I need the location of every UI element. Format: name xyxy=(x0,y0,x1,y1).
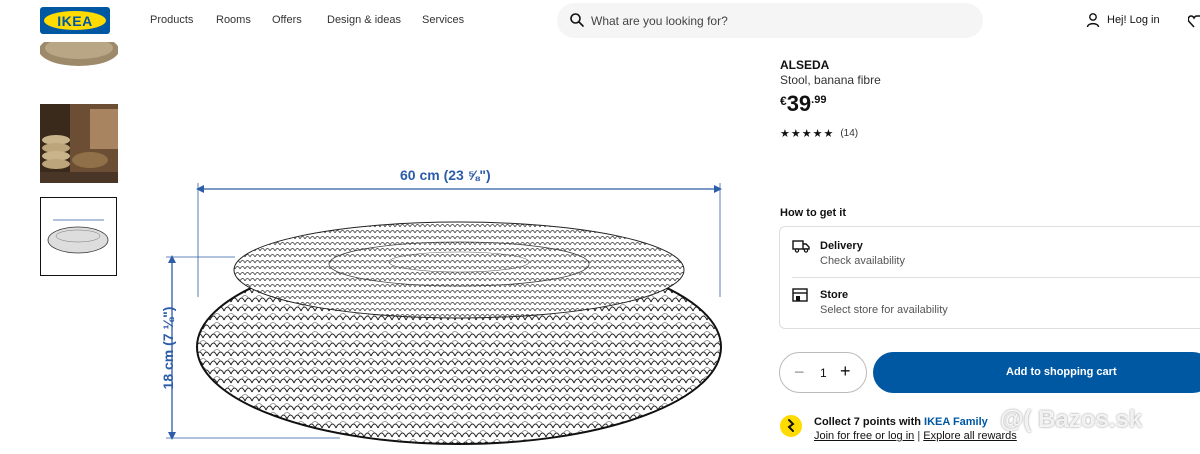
increase-quantity-button[interactable]: + xyxy=(840,361,851,382)
product-dimension-image xyxy=(166,183,722,445)
rating-summary[interactable]: ★★★★★ (14) xyxy=(780,127,858,140)
width-dimension-label: 60 cm (23 ⅝") xyxy=(400,167,491,183)
divider xyxy=(792,277,1200,278)
height-dimension-label: 18 cm (7 ⅛") xyxy=(160,306,176,390)
search-input[interactable]: What are you looking for? xyxy=(557,3,983,38)
store-option[interactable]: Store xyxy=(820,289,848,301)
thumbnail-dimension-image xyxy=(47,219,109,254)
review-count: (14) xyxy=(840,128,859,139)
thumbnail-room-image xyxy=(40,104,118,183)
product-name: ALSEDA xyxy=(780,58,830,72)
ikea-family-link[interactable]: IKEA Family xyxy=(924,416,988,428)
add-to-cart-button[interactable]: Add to shopping cart xyxy=(873,352,1200,393)
search-placeholder: What are you looking for? xyxy=(591,14,728,28)
family-points-prefix: Collect 7 points with xyxy=(814,416,925,428)
nav-offers[interactable]: Offers xyxy=(272,14,302,26)
add-to-cart-label: Add to shopping cart xyxy=(1006,366,1117,378)
product-description: Stool, banana fibre xyxy=(780,73,881,87)
decrease-quantity-button[interactable]: − xyxy=(794,362,805,383)
thumbnail-stool-top-image xyxy=(40,42,118,66)
user-icon xyxy=(1086,13,1100,28)
delivery-availability: Check availability xyxy=(820,255,905,267)
ikea-logo[interactable]: IKEA xyxy=(40,7,110,34)
heart-icon[interactable] xyxy=(1188,13,1200,29)
join-or-login-link[interactable]: Join for free or log in xyxy=(814,430,914,442)
bazos-watermark: @( Bazos.sk xyxy=(1000,406,1143,433)
quantity-value[interactable]: 1 xyxy=(820,366,827,380)
family-glyph-icon xyxy=(787,419,795,432)
product-price: €39.99 xyxy=(780,91,826,117)
price-decimal: .99 xyxy=(811,94,827,106)
thumbnail-2[interactable] xyxy=(40,104,118,183)
store-availability: Select store for availability xyxy=(820,304,948,316)
thumbnail-3-selected[interactable] xyxy=(40,197,117,276)
quantity-stepper: − 1 + xyxy=(779,352,867,393)
nav-services[interactable]: Services xyxy=(422,14,464,26)
price-integer: 39 xyxy=(786,91,812,116)
search-icon xyxy=(570,13,584,27)
delivery-option[interactable]: Delivery xyxy=(820,240,863,252)
nav-products[interactable]: Products xyxy=(150,14,193,26)
login-label: Hej! Log in xyxy=(1107,14,1160,26)
nav-rooms[interactable]: Rooms xyxy=(216,14,251,26)
logo-text: IKEA xyxy=(57,12,93,29)
top-header: IKEA Products Rooms Offers Design & idea… xyxy=(0,0,1200,42)
truck-icon xyxy=(792,240,810,253)
store-icon xyxy=(792,288,808,302)
ikea-family-icon xyxy=(780,415,802,437)
nav-design-ideas[interactable]: Design & ideas xyxy=(327,14,401,26)
link-separator: | xyxy=(914,430,924,442)
family-points-text: Collect 7 points with IKEA Family xyxy=(814,416,988,428)
thumbnail-1[interactable] xyxy=(40,42,118,90)
family-links: Join for free or log in | Explore all re… xyxy=(814,430,1017,442)
how-to-get-it-heading: How to get it xyxy=(780,207,846,219)
star-rating-icon: ★★★★★ xyxy=(780,128,835,140)
fulfilment-options: Delivery Check availability Store Select… xyxy=(779,226,1200,329)
price-currency: € xyxy=(780,94,787,108)
